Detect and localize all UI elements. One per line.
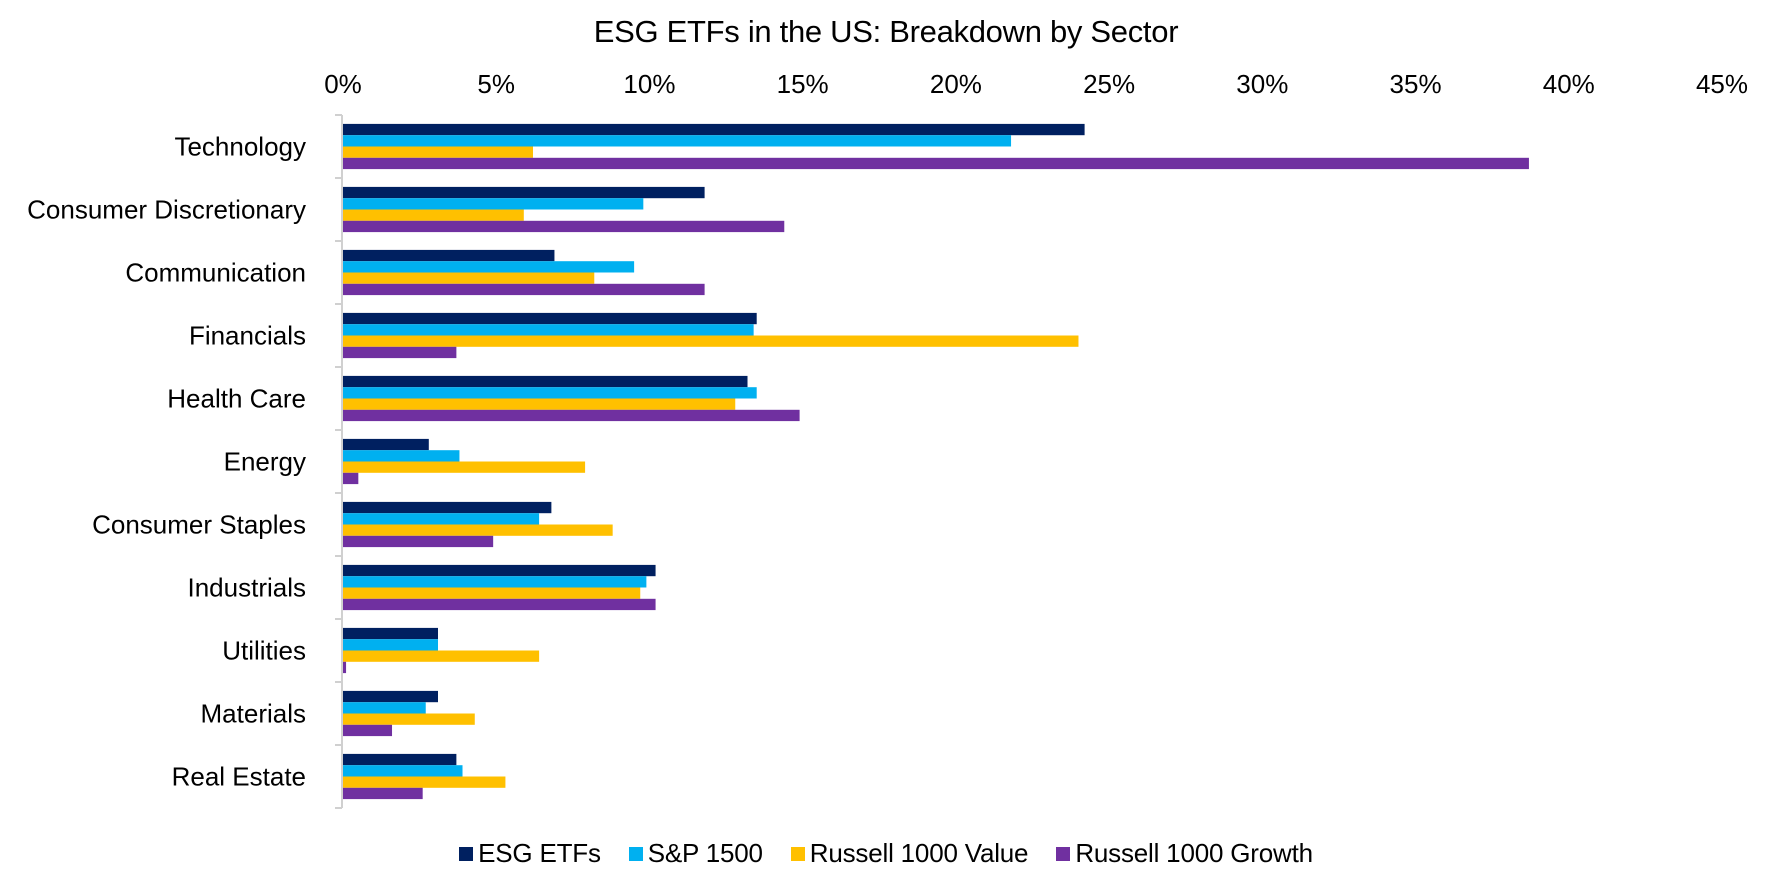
x-tick-label: 30%: [1236, 69, 1288, 99]
bar: [343, 261, 635, 273]
bar: [343, 450, 460, 462]
bar: [343, 146, 533, 158]
x-tick-label: 15%: [777, 69, 829, 99]
bar: [343, 312, 757, 325]
legend-swatch: [1056, 846, 1071, 861]
bar: [343, 639, 438, 651]
bar: [343, 209, 524, 221]
bar: [343, 535, 494, 548]
category-label: Real Estate: [172, 762, 306, 792]
bar: [343, 438, 429, 451]
category-label: Technology: [174, 132, 306, 162]
legend: ESG ETFs S&P 1500 Russell 1000 Value Russel…: [0, 838, 1772, 869]
bar: [343, 272, 595, 284]
bar: [343, 324, 754, 336]
category-label: Financials: [189, 321, 306, 351]
x-tick-label: 45%: [1696, 69, 1748, 99]
bar: [343, 220, 785, 233]
bar: [343, 346, 457, 359]
x-axis-tick-labels: 0% 5% 10% 15% 20% 25% 30% 35% 40% 45%: [324, 69, 1748, 99]
bars: [343, 123, 1529, 800]
bar: [343, 283, 705, 296]
bar: [343, 524, 613, 536]
bar: [343, 409, 800, 422]
bar: [343, 135, 1012, 147]
bar: [343, 564, 656, 577]
x-tick-label: 35%: [1390, 69, 1442, 99]
legend-item[interactable]: ESG ETFs: [459, 838, 601, 869]
category-label: Communication: [125, 258, 306, 288]
legend-item[interactable]: S&P 1500: [628, 838, 763, 869]
bar: [343, 776, 506, 788]
bar: [343, 461, 586, 473]
x-tick-label: 20%: [930, 69, 982, 99]
bar: [343, 661, 347, 674]
category-label: Consumer Staples: [92, 510, 306, 540]
bar: [343, 627, 438, 640]
legend-swatch: [790, 846, 805, 861]
category-label: Industrials: [188, 573, 307, 603]
bar: [343, 249, 555, 262]
x-tick-label: 40%: [1543, 69, 1595, 99]
legend-swatch: [628, 846, 643, 861]
legend-swatch: [459, 846, 474, 861]
category-labels: Technology Consumer Discretionary Communic…: [27, 132, 306, 792]
category-label: Energy: [224, 447, 306, 477]
category-label: Health Care: [167, 384, 306, 414]
legend-item[interactable]: Russell 1000 Value: [790, 838, 1029, 869]
legend-label: ESG ETFs: [478, 838, 601, 868]
bar: [343, 157, 1529, 170]
bar: [343, 198, 644, 210]
legend-label: S&P 1500: [647, 838, 763, 868]
x-tick-label: 5%: [477, 69, 515, 99]
chart-plot: 0% 5% 10% 15% 20% 25% 30% 35% 40% 45% Technology C…: [27, 69, 1748, 809]
category-label: Materials: [201, 699, 306, 729]
legend-label: Russell 1000 Value: [809, 838, 1029, 868]
bar: [343, 598, 656, 611]
bar: [343, 690, 438, 703]
bar: [343, 787, 423, 800]
bar: [343, 650, 540, 662]
bar: [343, 513, 540, 525]
bar: [343, 335, 1079, 347]
bar: [343, 587, 641, 599]
bar: [343, 123, 1085, 136]
bar: [343, 753, 457, 766]
bar: [343, 186, 705, 199]
category-label: Consumer Discretionary: [27, 195, 306, 225]
legend-label: Russell 1000 Growth: [1075, 838, 1313, 868]
bar: [343, 724, 393, 737]
bar: [343, 375, 748, 388]
bar: [343, 398, 736, 410]
bar: [343, 713, 475, 725]
bar: [343, 501, 552, 514]
y-axis: [335, 114, 343, 809]
bar: [343, 576, 647, 588]
legend-item[interactable]: Russell 1000 Growth: [1056, 838, 1313, 869]
x-tick-label: 10%: [623, 69, 675, 99]
bar: [343, 702, 426, 714]
x-tick-label: 0%: [324, 69, 362, 99]
bar: [343, 472, 359, 485]
bar: [343, 765, 463, 777]
x-tick-label: 25%: [1083, 69, 1135, 99]
bar: [343, 387, 757, 399]
category-label: Utilities: [222, 636, 306, 666]
